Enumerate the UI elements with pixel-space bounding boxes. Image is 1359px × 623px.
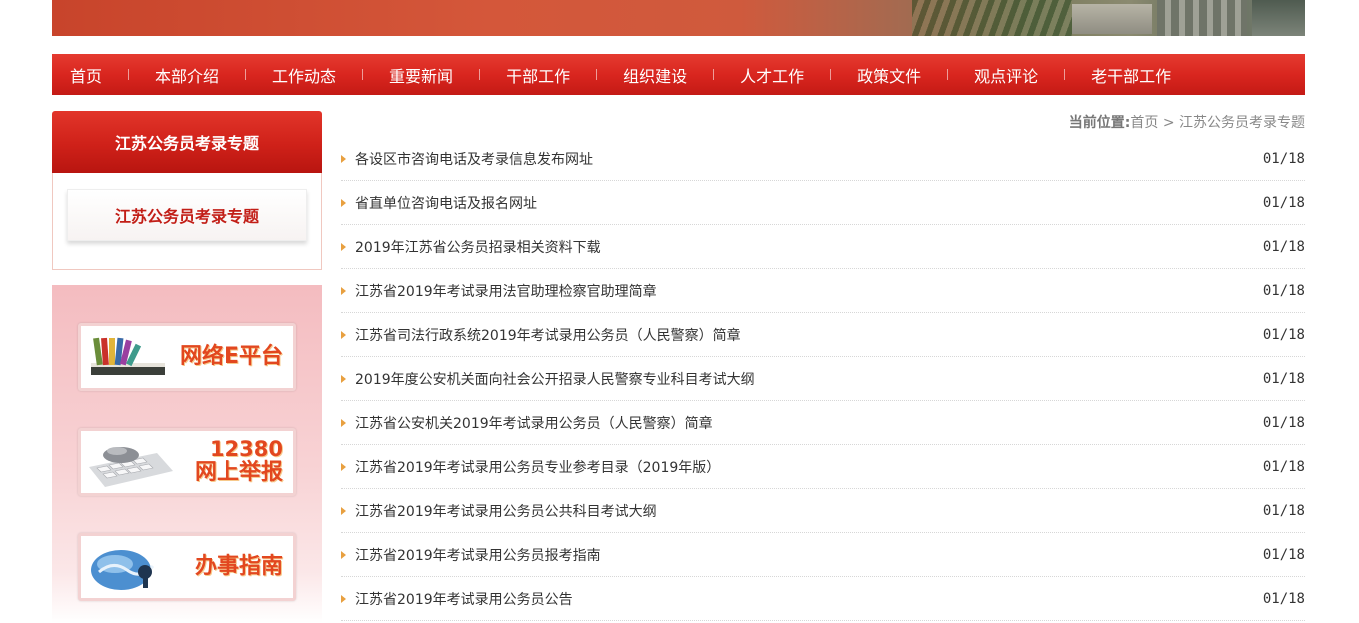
banner-building bbox=[1072, 4, 1152, 34]
bullet-arrow-icon bbox=[341, 550, 346, 559]
bullet-arrow-icon bbox=[341, 286, 346, 295]
sidebar-submenu: 江苏公务员考录专题 bbox=[52, 173, 322, 270]
promo-12380-report[interactable]: 12380 网上举报 bbox=[78, 428, 296, 496]
bullet-arrow-icon bbox=[341, 374, 346, 383]
list-item-title[interactable]: 江苏省2019年考试录用公务员公共科目考试大纲 bbox=[355, 501, 657, 521]
list-item-title[interactable]: 省直单位咨询电话及报名网址 bbox=[355, 193, 537, 213]
list-item[interactable]: 江苏省2019年考试录用公务员公告 01/18 bbox=[341, 577, 1305, 621]
list-item-date: 01/18 bbox=[1262, 238, 1305, 255]
main-nav: 首页 本部介绍 工作动态 重要新闻 干部工作 组织建设 人才工作 政策文件 观点… bbox=[52, 54, 1305, 95]
article-list: 各设区市咨询电话及考录信息发布网址 01/18 省直单位咨询电话及报名网址 01/1… bbox=[341, 137, 1305, 621]
list-item-title[interactable]: 江苏省2019年考试录用法官助理检察官助理简章 bbox=[355, 281, 657, 301]
promo-service-guide[interactable]: 办事指南 bbox=[78, 533, 296, 601]
breadcrumb-prefix: 当前位置: bbox=[1068, 115, 1131, 131]
promo-label: 办事指南 bbox=[195, 536, 283, 598]
bullet-arrow-icon bbox=[341, 506, 346, 515]
keyboard-icon bbox=[89, 447, 173, 487]
list-item-title[interactable]: 2019年度公安机关面向社会公开招录人民警察专业科目考试大纲 bbox=[355, 369, 755, 389]
banner-trees bbox=[912, 0, 1072, 36]
globe-icon bbox=[91, 550, 155, 590]
list-item-title[interactable]: 江苏省2019年考试录用公务员报考指南 bbox=[355, 545, 601, 565]
nav-separator bbox=[245, 69, 247, 80]
list-item[interactable]: 江苏省司法行政系统2019年考试录用公务员（人民警察）简章 01/18 bbox=[341, 313, 1305, 357]
bullet-arrow-icon bbox=[341, 330, 346, 339]
list-item[interactable]: 2019年度公安机关面向社会公开招录人民警察专业科目考试大纲 01/18 bbox=[341, 357, 1305, 401]
sidebar-title: 江苏公务员考录专题 bbox=[52, 111, 322, 173]
nav-separator bbox=[596, 69, 598, 80]
promo-service-guide-label: 办事指南 bbox=[194, 553, 283, 579]
breadcrumb-home-link[interactable]: 首页 bbox=[1130, 115, 1158, 131]
promo-e-platform-label: 网络E平台 bbox=[179, 343, 283, 369]
list-item-date: 01/18 bbox=[1262, 458, 1305, 475]
list-item[interactable]: 各设区市咨询电话及考录信息发布网址 01/18 bbox=[341, 137, 1305, 181]
nav-separator bbox=[128, 69, 130, 80]
list-item-date: 01/18 bbox=[1262, 326, 1305, 343]
nav-item-talent[interactable]: 人才工作 bbox=[740, 63, 804, 87]
list-item-date: 01/18 bbox=[1262, 282, 1305, 299]
nav-item-cadre-work[interactable]: 干部工作 bbox=[506, 63, 570, 87]
nav-separator bbox=[713, 69, 715, 80]
nav-separator bbox=[830, 69, 832, 80]
nav-separator bbox=[362, 69, 364, 80]
list-item[interactable]: 江苏省2019年考试录用法官助理检察官助理简章 01/18 bbox=[341, 269, 1305, 313]
list-item-date: 01/18 bbox=[1262, 194, 1305, 211]
list-item-title[interactable]: 江苏省2019年考试录用公务员专业参考目录（2019年版） bbox=[355, 457, 720, 477]
list-item-date: 01/18 bbox=[1262, 546, 1305, 563]
nav-item-policy[interactable]: 政策文件 bbox=[857, 63, 921, 87]
books-icon bbox=[91, 337, 165, 375]
breadcrumb-separator: > bbox=[1162, 115, 1175, 131]
promo-panel: 网络E平台 12380 网上举报 办事指南 bbox=[52, 285, 322, 623]
list-item-date: 01/18 bbox=[1262, 502, 1305, 519]
bullet-arrow-icon bbox=[341, 418, 346, 427]
list-item-title[interactable]: 江苏省公安机关2019年考试录用公务员（人民警察）简章 bbox=[355, 413, 713, 433]
list-item[interactable]: 江苏省2019年考试录用公务员专业参考目录（2019年版） 01/18 bbox=[341, 445, 1305, 489]
list-item-date: 01/18 bbox=[1262, 414, 1305, 431]
bullet-arrow-icon bbox=[341, 198, 346, 207]
list-item[interactable]: 江苏省2019年考试录用公务员报考指南 01/18 bbox=[341, 533, 1305, 577]
promo-label: 网络E平台 bbox=[180, 326, 283, 388]
list-item[interactable]: 江苏省公安机关2019年考试录用公务员（人民警察）简章 01/18 bbox=[341, 401, 1305, 445]
list-item-date: 01/18 bbox=[1262, 370, 1305, 387]
list-item-title[interactable]: 2019年江苏省公务员招录相关资料下载 bbox=[355, 237, 601, 257]
bullet-arrow-icon bbox=[341, 462, 346, 471]
nav-item-important-news[interactable]: 重要新闻 bbox=[389, 63, 453, 87]
nav-item-work-news[interactable]: 工作动态 bbox=[272, 63, 336, 87]
nav-item-opinion[interactable]: 观点评论 bbox=[974, 63, 1038, 87]
promo-12380-number: 12380 bbox=[209, 437, 283, 462]
nav-item-veteran-cadre[interactable]: 老干部工作 bbox=[1091, 63, 1171, 87]
bullet-arrow-icon bbox=[341, 242, 346, 251]
nav-item-organization[interactable]: 组织建设 bbox=[623, 63, 687, 87]
list-item-title[interactable]: 各设区市咨询电话及考录信息发布网址 bbox=[355, 149, 593, 169]
list-item[interactable]: 省直单位咨询电话及报名网址 01/18 bbox=[341, 181, 1305, 225]
banner-building bbox=[1157, 0, 1247, 36]
list-item-title[interactable]: 江苏省司法行政系统2019年考试录用公务员（人民警察）简章 bbox=[355, 325, 741, 345]
nav-separator bbox=[947, 69, 949, 80]
bullet-arrow-icon bbox=[341, 154, 346, 163]
nav-separator bbox=[479, 69, 481, 80]
breadcrumb-current: 江苏公务员考录专题 bbox=[1179, 115, 1305, 131]
promo-12380-label: 网上举报 bbox=[194, 460, 283, 486]
nav-item-home[interactable]: 首页 bbox=[70, 63, 102, 87]
list-item-title[interactable]: 江苏省2019年考试录用公务员公告 bbox=[355, 589, 573, 609]
promo-label: 12380 网上举报 bbox=[195, 431, 283, 493]
nav-item-about[interactable]: 本部介绍 bbox=[155, 63, 219, 87]
nav-separator bbox=[1064, 69, 1066, 80]
list-item-date: 01/18 bbox=[1262, 590, 1305, 607]
header-banner bbox=[52, 0, 1305, 36]
bullet-arrow-icon bbox=[341, 594, 346, 603]
list-item[interactable]: 2019年江苏省公务员招录相关资料下载 01/18 bbox=[341, 225, 1305, 269]
promo-e-platform[interactable]: 网络E平台 bbox=[78, 323, 296, 391]
list-item-date: 01/18 bbox=[1262, 150, 1305, 167]
breadcrumb: 当前位置:首页 > 江苏公务员考录专题 bbox=[1069, 112, 1305, 132]
sidebar-item-civil-servant-topic[interactable]: 江苏公务员考录专题 bbox=[67, 189, 307, 241]
banner-building bbox=[1252, 0, 1305, 36]
list-item[interactable]: 江苏省2019年考试录用公务员公共科目考试大纲 01/18 bbox=[341, 489, 1305, 533]
